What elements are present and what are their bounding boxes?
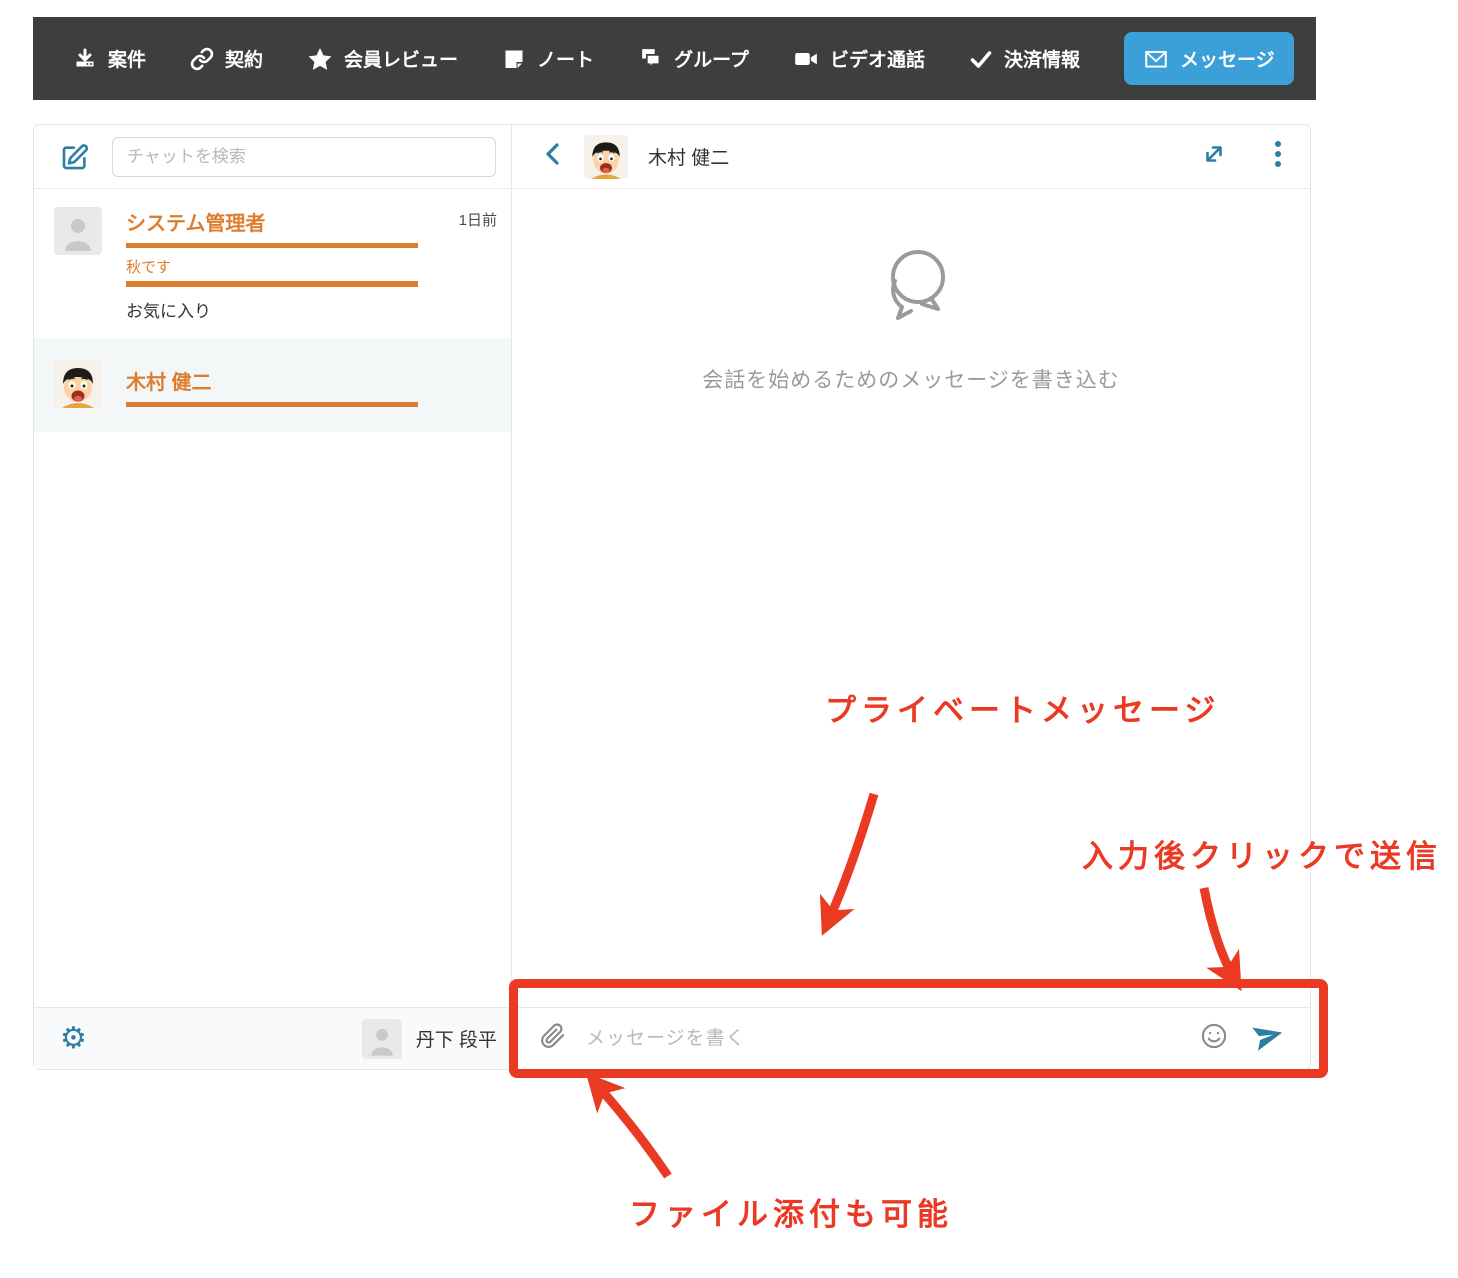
chat-sidebar: システム管理者 1日前 秋です お気に入り bbox=[34, 125, 512, 1069]
group-icon bbox=[638, 46, 663, 71]
sidebar-header bbox=[34, 125, 511, 189]
chat-search-input[interactable] bbox=[112, 137, 496, 177]
avatar-kimura bbox=[584, 135, 628, 179]
chat-list-item-admin[interactable]: システム管理者 1日前 秋です お気に入り bbox=[34, 189, 511, 338]
paperclip-icon[interactable] bbox=[540, 1023, 566, 1054]
app-window: 案件 契約 会員レビュー ノート グループ bbox=[0, 0, 1458, 1278]
chat-timestamp: 1日前 bbox=[459, 207, 497, 230]
check-icon bbox=[969, 47, 993, 71]
back-chevron-icon[interactable] bbox=[542, 140, 564, 173]
messenger-panel: システム管理者 1日前 秋です お気に入り bbox=[33, 124, 1311, 1070]
conversation-header: 木村 健二 bbox=[512, 125, 1310, 189]
nav-item-label: 決済情報 bbox=[1004, 45, 1080, 72]
current-user-name: 丹下 段平 bbox=[416, 1025, 497, 1052]
video-icon bbox=[793, 46, 819, 72]
nav-item-payment-info[interactable]: 決済情報 bbox=[969, 45, 1080, 72]
chat-name-underlined: 木村 健二 bbox=[126, 366, 418, 407]
gear-icon[interactable]: ⚙ bbox=[60, 1024, 87, 1054]
avatar-kimura bbox=[54, 360, 102, 408]
note-icon bbox=[502, 47, 526, 71]
empty-conversation-state: 会話を始めるためのメッセージを書き込む bbox=[512, 189, 1310, 1007]
star-icon bbox=[307, 46, 333, 72]
nav-item-messages[interactable]: メッセージ bbox=[1124, 32, 1294, 85]
chat-name-underlined: システム管理者 bbox=[126, 207, 418, 248]
message-composer bbox=[512, 1007, 1310, 1069]
chat-item-body: システム管理者 1日前 秋です お気に入り bbox=[126, 207, 497, 322]
nav-item-label: ノート bbox=[537, 45, 594, 72]
nav-item-label: ビデオ通話 bbox=[830, 45, 925, 72]
conversation-title: 木村 健二 bbox=[648, 143, 729, 170]
nav-item-notes[interactable]: ノート bbox=[502, 45, 594, 72]
conversation-pane: 木村 健二 会話を始めるためのメッセージを書き込む bbox=[512, 125, 1310, 1069]
avatar-placeholder bbox=[54, 207, 102, 255]
kebab-menu-icon[interactable] bbox=[1274, 139, 1282, 174]
sidebar-footer: ⚙ 丹下 段平 bbox=[34, 1007, 511, 1069]
arrow-to-paperclip bbox=[596, 1084, 668, 1176]
annotation-attach-hint: ファイル添付も可能 bbox=[629, 1189, 953, 1234]
chat-favorite-label: お気に入り bbox=[126, 297, 497, 322]
chat-list: システム管理者 1日前 秋です お気に入り bbox=[34, 189, 511, 1007]
nav-item-video-call[interactable]: ビデオ通話 bbox=[793, 45, 925, 72]
nav-item-contracts[interactable]: 契約 bbox=[190, 45, 263, 72]
send-icon[interactable] bbox=[1252, 1020, 1284, 1057]
chat-list-item-kimura[interactable]: 木村 健二 bbox=[34, 338, 511, 432]
emoji-icon[interactable] bbox=[1200, 1022, 1228, 1055]
message-input[interactable] bbox=[586, 1028, 1180, 1050]
current-user: 丹下 段平 bbox=[362, 1019, 497, 1059]
compose-icon[interactable] bbox=[60, 142, 90, 172]
nav-item-label: グループ bbox=[674, 45, 749, 72]
link-icon bbox=[190, 47, 214, 71]
envelope-icon bbox=[1143, 46, 1169, 72]
nav-item-groups[interactable]: グループ bbox=[638, 45, 749, 72]
nav-item-label: 契約 bbox=[225, 45, 263, 72]
nav-item-label: 案件 bbox=[108, 45, 146, 72]
nav-item-label: 会員レビュー bbox=[344, 45, 458, 72]
chat-bubbles-icon bbox=[871, 245, 951, 330]
nav-item-label: メッセージ bbox=[1180, 45, 1275, 72]
chat-preview-underlined: 秋です bbox=[126, 256, 418, 287]
download-icon bbox=[73, 47, 97, 71]
nav-item-member-reviews[interactable]: 会員レビュー bbox=[307, 45, 458, 72]
chat-item-body: 木村 健二 bbox=[126, 360, 497, 408]
avatar-placeholder bbox=[362, 1019, 402, 1059]
nav-item-cases[interactable]: 案件 bbox=[73, 45, 146, 72]
empty-state-text: 会話を始めるためのメッセージを書き込む bbox=[702, 364, 1120, 394]
expand-icon[interactable] bbox=[1200, 140, 1228, 173]
top-navigation: 案件 契約 会員レビュー ノート グループ bbox=[33, 17, 1316, 100]
